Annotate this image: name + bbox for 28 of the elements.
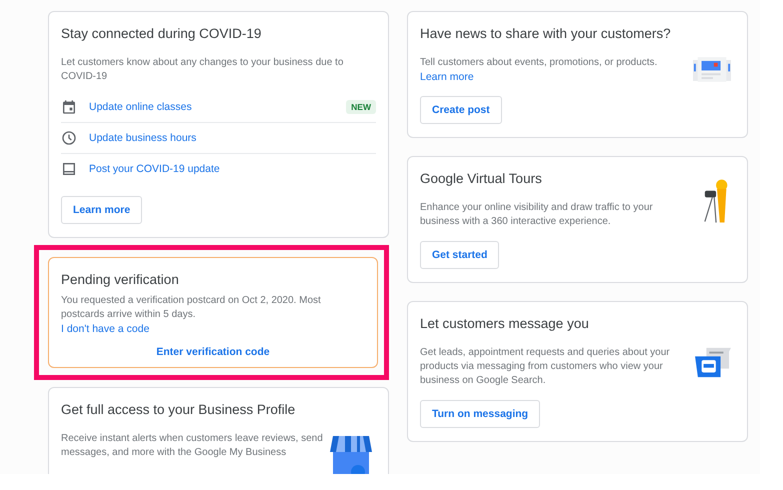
card-description: Receive instant alerts when customers leave reviews, send messages, and more with the Google My Business (61, 432, 324, 460)
action-button[interactable]: Turn on messaging (420, 400, 540, 428)
card-title: Stay connected during COVID-19 (61, 26, 262, 41)
message-store-drawing (695, 346, 731, 380)
card-title: Google Virtual Tours (420, 171, 543, 186)
card-title: Get full access to your Business Profile (61, 402, 296, 417)
card-title: Pending verification (61, 272, 180, 287)
learn-more-button[interactable]: Learn more (61, 196, 142, 224)
no-code-link[interactable]: I don't have a code (61, 322, 365, 336)
post-icon (61, 161, 77, 177)
card-description: You requested a verification postcard on Oct 2, 2020. Most postcards arrive within 5 days. (61, 294, 322, 322)
card-title: Have news to share with your customers? (420, 26, 672, 41)
card-description: Let customers know about any changes to your business due to COVID-19 (61, 56, 344, 84)
action-button[interactable]: Create post (420, 96, 502, 124)
enter-code-button[interactable]: Enter verification code (156, 346, 270, 358)
learn-more-link[interactable]: Learn more (420, 70, 658, 84)
card-description: Get leads, appointment requests and queries about your products via messaging from customers who view your business on Google Search. (420, 346, 671, 388)
calendar-icon (61, 99, 77, 115)
newspaper-drawing (693, 56, 731, 83)
action-link[interactable]: Update business hours (89, 132, 376, 144)
action-button[interactable]: Get started (420, 241, 500, 269)
action-link[interactable]: Update online classes (89, 101, 346, 113)
action-link[interactable]: Post your COVID-19 update (89, 163, 376, 175)
card-title: Let customers message you (420, 316, 590, 331)
new-badge: NEW (346, 100, 376, 114)
card-description: Enhance your online visibility and draw traffic to your business with a 360 interactive experience. (420, 201, 654, 229)
clock-icon (61, 130, 77, 146)
card-description: Tell customers about events, promotions, or products. (420, 56, 658, 70)
